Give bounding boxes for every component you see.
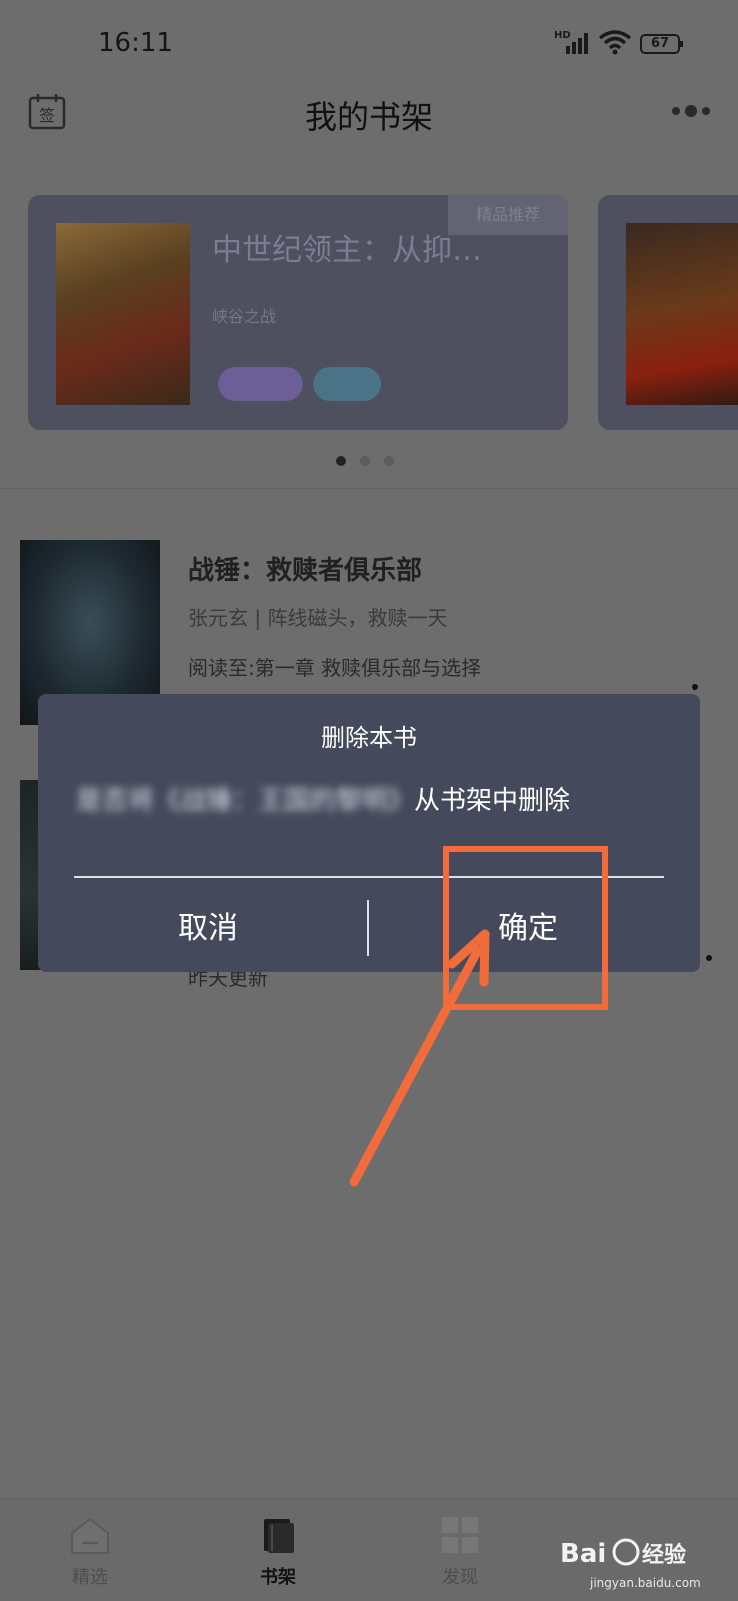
- banner-tag: [218, 367, 303, 401]
- dialog-message: 是否将《战锤：王国的黎明》从书架中删除: [76, 780, 570, 817]
- tab-bookshelf[interactable]: 书架: [218, 1499, 338, 1601]
- network-label: HD: [554, 30, 571, 41]
- banner-card[interactable]: 中世纪领主：从抑… 峡谷之战 精品推荐: [28, 195, 568, 430]
- grid-icon: [442, 1517, 478, 1553]
- page-title: 我的书架: [304, 98, 433, 136]
- banner-book-cover: [626, 223, 738, 405]
- carousel-dot: [360, 456, 370, 466]
- status-bar: 16:11 HD 67: [0, 0, 738, 90]
- cancel-button[interactable]: 取消: [98, 894, 318, 964]
- battery-level: 67: [650, 36, 670, 51]
- bookshelf-page: 16:11 HD 67 签 我的书架 中世纪领主：从抑… 峡谷之战 精品推荐 战…: [0, 0, 738, 1601]
- banner-book-author: 峡谷之战: [212, 307, 277, 326]
- bookshelf-icon: [264, 1519, 294, 1553]
- book-title[interactable]: 战锤：救赎者俱乐部: [188, 550, 422, 587]
- carousel-indicator: [336, 456, 406, 470]
- tab-discover[interactable]: 发现: [400, 1499, 520, 1601]
- banner-card-next[interactable]: [598, 195, 738, 430]
- dialog-message-text: 从书架中删除: [414, 786, 571, 816]
- banner-corner-label: 精品推荐: [448, 195, 568, 235]
- dialog-message-book: 是否将《战锤：王国的黎明》: [76, 786, 415, 816]
- tab-label: 发现: [442, 1567, 478, 1588]
- svg-text:经验: 经验: [642, 1542, 686, 1568]
- status-time: 16:11: [98, 28, 173, 58]
- book-meta: 张元玄 | 阵线磁头，救赎一天: [188, 606, 448, 630]
- carousel-dot-active: [336, 456, 346, 466]
- more-options-icon[interactable]: [670, 100, 712, 122]
- home-icon: [71, 1517, 109, 1554]
- svg-text:Bai: Bai: [560, 1539, 606, 1569]
- banner-book-cover: [56, 223, 190, 405]
- carousel-dot: [384, 456, 394, 466]
- dialog-title: 删除本书: [321, 724, 417, 752]
- watermark-url: jingyan.baidu.com: [590, 1576, 701, 1590]
- section-divider: [0, 488, 738, 489]
- baidu-watermark-logo: Bai 经验: [560, 1538, 686, 1569]
- banner-tag: [313, 367, 381, 401]
- more-icon[interactable]: [706, 955, 712, 961]
- tab-label: 书架: [260, 1567, 296, 1588]
- wifi-icon: [598, 30, 632, 55]
- tab-label: 精选: [72, 1567, 108, 1588]
- book-progress: 阅读至:第一章 救赎俱乐部与选择: [188, 656, 482, 680]
- annotation-arrow-icon: [349, 929, 490, 1187]
- more-icon[interactable]: [692, 684, 698, 690]
- tab-featured[interactable]: 精选: [30, 1499, 150, 1601]
